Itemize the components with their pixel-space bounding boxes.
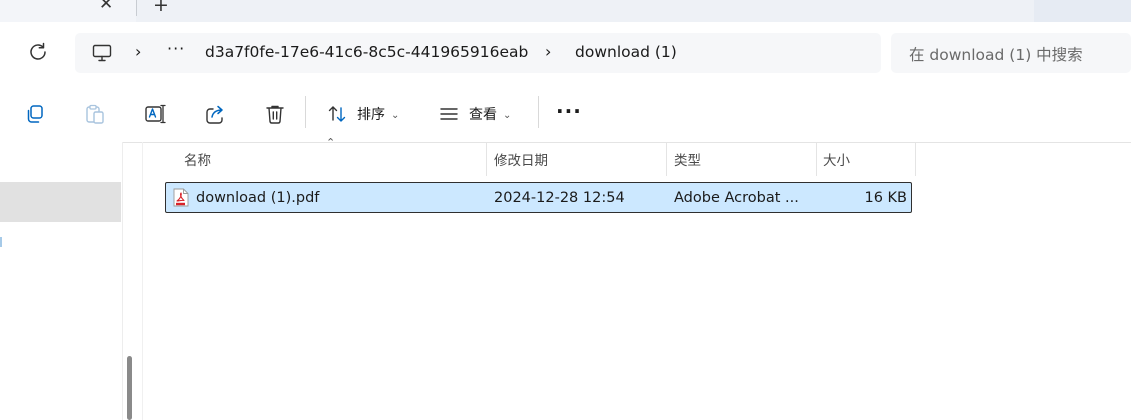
column-header-size[interactable]: 大小 <box>823 142 850 176</box>
column-header-modified-label: 修改日期 <box>494 153 548 169</box>
sort-label: 排序 <box>357 107 385 123</box>
column-header-modified[interactable]: 修改日期 <box>494 142 548 176</box>
column-header-name-label: 名称 <box>184 153 211 169</box>
column-header-type-label: 类型 <box>674 153 701 169</box>
nav-item-selected[interactable] <box>0 182 121 222</box>
column-divider[interactable] <box>486 142 487 176</box>
copy-icon[interactable] <box>24 103 46 125</box>
navigation-scrollbar[interactable] <box>127 356 132 420</box>
title-bar-drag-area[interactable] <box>1034 0 1131 22</box>
column-divider[interactable] <box>816 142 817 176</box>
breadcrumb-folder-guid[interactable]: d3a7f0fe-17e6-41c6-8c5c-441965916eab <box>205 43 528 61</box>
breadcrumb-chevron[interactable]: › <box>135 42 141 61</box>
navigation-pane[interactable] <box>0 142 123 420</box>
search-input[interactable]: 在 download (1) 中搜索 <box>891 33 1131 73</box>
more-options-button[interactable]: ··· <box>556 99 582 123</box>
file-type: Adobe Acrobat ... <box>674 189 799 206</box>
delete-icon[interactable] <box>264 103 286 125</box>
chevron-down-icon: ⌄ <box>503 109 512 121</box>
address-row: › ··· d3a7f0fe-17e6-41c6-8c5c-441965916e… <box>0 22 1131 84</box>
sort-icon <box>328 106 346 122</box>
file-size: 16 KB <box>864 189 907 206</box>
address-bar[interactable]: › ··· d3a7f0fe-17e6-41c6-8c5c-441965916e… <box>75 33 881 73</box>
view-icon <box>440 108 458 120</box>
toolbar-divider <box>538 96 539 128</box>
close-tab-icon[interactable]: ✕ <box>99 0 113 14</box>
sort-ascending-icon: ⌃ <box>326 136 336 149</box>
file-name[interactable]: download (1).pdf <box>196 183 319 212</box>
search-placeholder: 在 download (1) 中搜索 <box>909 46 1083 64</box>
this-pc-icon[interactable] <box>92 44 112 62</box>
column-header-size-label: 大小 <box>823 153 850 169</box>
tab-divider <box>136 0 137 16</box>
breadcrumb-current-folder[interactable]: download (1) <box>575 43 677 61</box>
view-button[interactable]: 查看 ⌄ <box>439 100 511 128</box>
new-tab-button[interactable]: + <box>153 0 169 16</box>
file-row[interactable]: download (1).pdf 2024-12-28 12:54 Adobe … <box>165 182 912 213</box>
pane-divider[interactable] <box>142 142 143 420</box>
tab-strip: ✕ + <box>0 0 1131 22</box>
rename-icon[interactable] <box>144 103 166 125</box>
active-tab[interactable]: ✕ <box>0 0 136 22</box>
toolbar-divider <box>305 96 306 128</box>
chevron-down-icon: ⌄ <box>391 109 400 121</box>
column-header-name[interactable]: 名称 <box>184 142 211 176</box>
column-divider[interactable] <box>666 142 667 176</box>
share-icon[interactable] <box>204 103 226 125</box>
column-divider[interactable] <box>915 142 916 176</box>
paste-icon[interactable] <box>84 103 106 125</box>
pdf-file-icon <box>173 188 189 207</box>
nav-item-indicator <box>0 237 2 247</box>
command-bar: 排序 ⌄ 查看 ⌄ ··· <box>0 84 1131 143</box>
column-header-type[interactable]: 类型 <box>674 142 701 176</box>
refresh-icon[interactable] <box>26 40 50 64</box>
breadcrumb-chevron[interactable]: › <box>545 42 551 61</box>
breadcrumb-overflow-button[interactable]: ··· <box>167 39 185 58</box>
sort-button[interactable]: 排序 ⌄ <box>327 100 399 128</box>
view-label: 查看 <box>469 107 497 123</box>
file-modified: 2024-12-28 12:54 <box>494 189 625 206</box>
column-header-row: ⌃ 名称 修改日期 类型 大小 <box>166 136 916 176</box>
